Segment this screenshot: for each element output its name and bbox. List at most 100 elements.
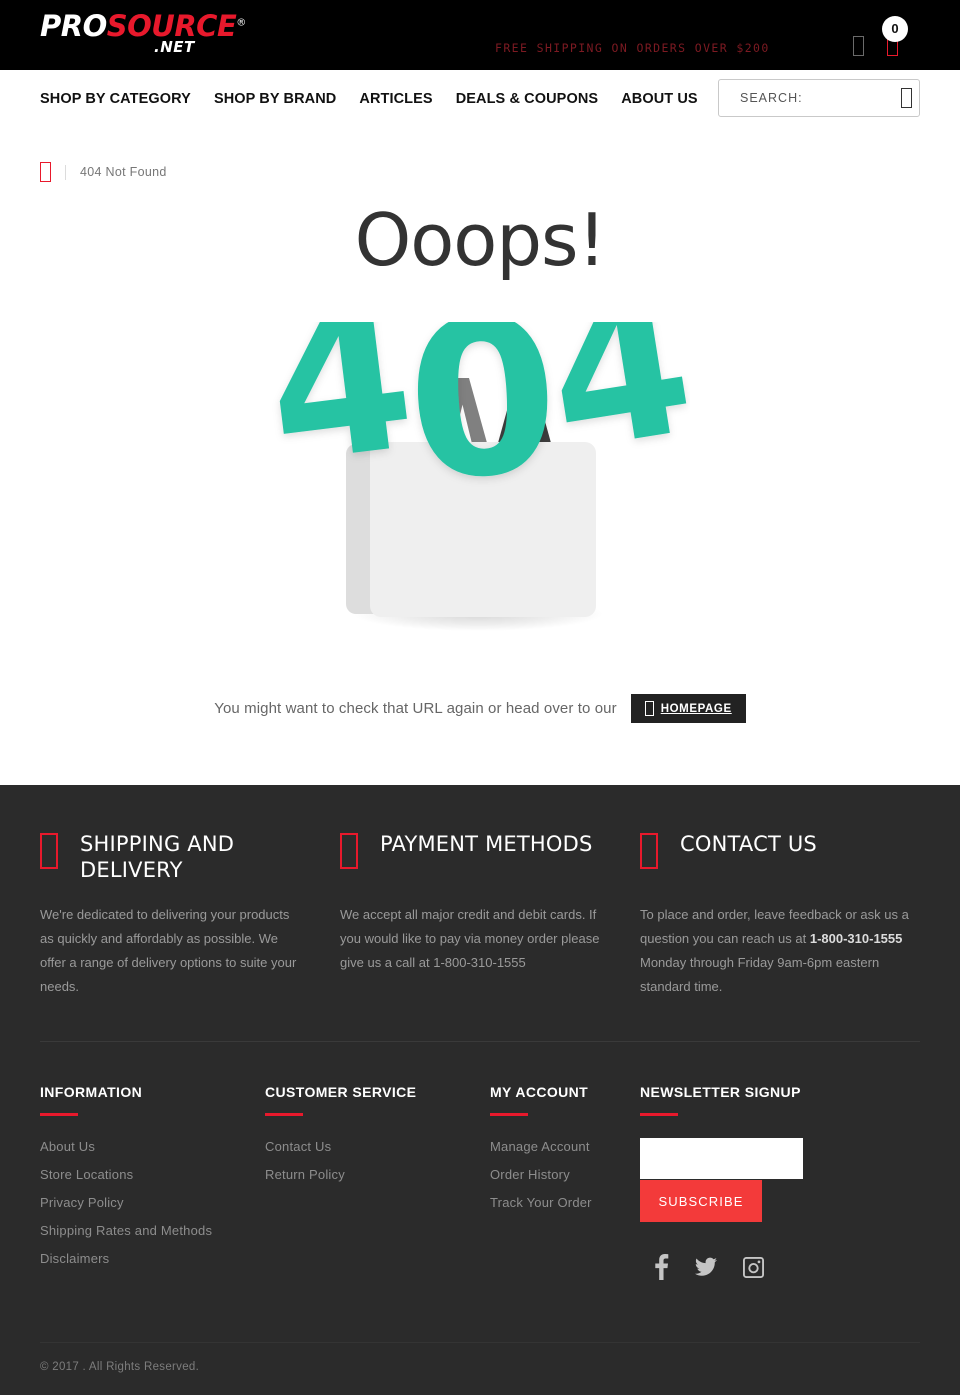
footer-column-customer-service: CUSTOMER SERVICE Contact Us Return Polic… xyxy=(265,1084,490,1280)
svg-text:0: 0 xyxy=(402,322,565,528)
list-item: Privacy Policy xyxy=(40,1194,265,1212)
footer-feature-payment: PAYMENT METHODS We accept all major cred… xyxy=(340,831,640,999)
svg-text:4: 4 xyxy=(270,322,426,511)
search-input[interactable] xyxy=(719,80,901,116)
logo-registered-mark: ® xyxy=(236,17,246,29)
home-icon xyxy=(40,162,51,182)
cart-count-badge: 0 xyxy=(882,16,908,42)
helper-row: You might want to check that URL again o… xyxy=(40,694,920,785)
column-title: NEWSLETTER SIGNUP xyxy=(640,1084,801,1101)
feature-body: To place and order, leave feedback or as… xyxy=(640,903,920,999)
logo-pro-text: PRO xyxy=(40,9,107,43)
site-footer: SHIPPING AND DELIVERY We're dedicated to… xyxy=(0,785,960,1395)
helper-text: You might want to check that URL again o… xyxy=(214,700,617,718)
feature-title: SHIPPING AND DELIVERY xyxy=(80,832,235,883)
search-submit-button[interactable] xyxy=(901,80,928,116)
nav-item: ARTICLES xyxy=(359,90,432,108)
list-item: Order History xyxy=(490,1166,640,1184)
list-item: Manage Account xyxy=(490,1138,640,1156)
feature-body: We're dedicated to delivering your produ… xyxy=(40,907,297,995)
footer-link-store-locations[interactable]: Store Locations xyxy=(40,1167,133,1182)
free-shipping-banner: FREE SHIPPING ON ORDERS OVER $200 xyxy=(495,41,770,55)
homepage-button[interactable]: HOMEPAGE xyxy=(630,694,746,724)
search-box xyxy=(718,79,920,117)
footer-link-shipping-rates[interactable]: Shipping Rates and Methods xyxy=(40,1223,212,1238)
nav-menu: SHOP BY CATEGORY SHOP BY BRAND ARTICLES … xyxy=(40,90,698,108)
list-item: Track Your Order xyxy=(490,1194,640,1212)
breadcrumb-current-page: 404 Not Found xyxy=(80,165,167,179)
page-root: PROSOURCE® .NET FREE SHIPPING ON ORDERS … xyxy=(0,0,960,1395)
nav-item: SHOP BY CATEGORY xyxy=(40,90,191,108)
column-title: INFORMATION xyxy=(40,1084,143,1101)
404-illustration: 4 0 4 xyxy=(270,322,690,652)
footer-links-row: INFORMATION About Us Store Locations Pri… xyxy=(40,1084,920,1281)
footer-feature-contact: CONTACT US To place and order, leave fee… xyxy=(640,831,920,999)
nav-link-deals-coupons[interactable]: DEALS & COUPONS xyxy=(456,91,599,107)
twitter-icon xyxy=(695,1258,717,1277)
nav-item: SHOP BY BRAND xyxy=(214,90,336,108)
contact-body-post: Monday through Friday 9am-6pm eastern st… xyxy=(640,955,880,995)
column-rule xyxy=(640,1113,678,1117)
site-logo[interactable]: PROSOURCE® .NET xyxy=(40,12,246,60)
copyright-text: © 2017 . All Rights Reserved. xyxy=(40,1361,200,1374)
list-item: Disclaimers xyxy=(40,1250,265,1268)
footer-column-information: INFORMATION About Us Store Locations Pri… xyxy=(40,1084,265,1280)
feature-title: CONTACT US xyxy=(680,832,817,857)
footer-feature-row: SHIPPING AND DELIVERY We're dedicated to… xyxy=(40,831,920,1033)
instagram-icon xyxy=(743,1256,764,1278)
footer-link-track-your-order[interactable]: Track Your Order xyxy=(490,1195,592,1210)
footer-link-privacy-policy[interactable]: Privacy Policy xyxy=(40,1195,124,1210)
list-item: Contact Us xyxy=(265,1138,490,1156)
phone-icon xyxy=(640,833,658,870)
footer-divider xyxy=(40,1041,920,1043)
main-navigation-bar: SHOP BY CATEGORY SHOP BY BRAND ARTICLES … xyxy=(0,70,960,132)
account-button[interactable] xyxy=(853,36,864,56)
search-icon xyxy=(901,88,912,108)
feature-body: We accept all major credit and debit car… xyxy=(340,907,600,971)
list-item: Return Policy xyxy=(265,1166,490,1184)
nav-link-shop-by-category[interactable]: SHOP BY CATEGORY xyxy=(40,91,191,107)
user-icon xyxy=(853,36,864,56)
footer-link-return-policy[interactable]: Return Policy xyxy=(265,1167,345,1182)
footer-link-order-history[interactable]: Order History xyxy=(490,1167,570,1182)
error-content: Ooops! 4 0 4 You might want to check tha… xyxy=(40,188,920,785)
truck-icon xyxy=(40,833,58,870)
top-bar: PROSOURCE® .NET FREE SHIPPING ON ORDERS … xyxy=(0,0,960,70)
column-rule xyxy=(490,1113,528,1117)
nav-link-shop-by-brand[interactable]: SHOP BY BRAND xyxy=(214,91,336,107)
contact-phone: 1-800-310-1555 xyxy=(809,931,903,947)
instagram-link[interactable] xyxy=(743,1256,764,1278)
newsletter-subscribe-button[interactable]: SUBSCRIBE xyxy=(640,1180,762,1223)
facebook-link[interactable] xyxy=(654,1254,669,1281)
list-item: Store Locations xyxy=(40,1166,265,1184)
footer-link-contact-us[interactable]: Contact Us xyxy=(265,1139,331,1154)
breadcrumb-home-link[interactable] xyxy=(40,162,65,182)
nav-item: DEALS & COUPONS xyxy=(456,90,599,108)
nav-link-articles[interactable]: ARTICLES xyxy=(359,91,432,107)
footer-column-my-account: MY ACCOUNT Manage Account Order History … xyxy=(490,1084,640,1280)
credit-card-icon xyxy=(340,833,358,870)
footer-feature-shipping: SHIPPING AND DELIVERY We're dedicated to… xyxy=(40,831,340,999)
copyright-bar: © 2017 . All Rights Reserved. xyxy=(40,1342,920,1395)
footer-link-about-us[interactable]: About Us xyxy=(40,1139,95,1154)
footer-link-disclaimers[interactable]: Disclaimers xyxy=(40,1251,109,1266)
page-title: Ooops! xyxy=(354,198,607,282)
list-item: About Us xyxy=(40,1138,265,1156)
column-rule xyxy=(265,1113,303,1117)
footer-link-manage-account[interactable]: Manage Account xyxy=(490,1139,590,1154)
logo-wordmark: PROSOURCE® xyxy=(40,12,246,41)
feature-title: PAYMENT METHODS xyxy=(380,832,593,857)
breadcrumb: 404 Not Found xyxy=(40,132,920,188)
column-title: CUSTOMER SERVICE xyxy=(265,1084,417,1101)
footer-column-newsletter: NEWSLETTER SIGNUP SUBSCRIBE xyxy=(640,1084,920,1281)
home-icon xyxy=(644,701,654,717)
facebook-icon xyxy=(655,1254,669,1281)
newsletter-email-input[interactable] xyxy=(640,1138,803,1180)
homepage-button-label: HOMEPAGE xyxy=(660,702,732,715)
nav-link-about-us[interactable]: ABOUT US xyxy=(621,91,698,107)
social-links xyxy=(640,1254,920,1281)
column-rule xyxy=(40,1113,78,1117)
logo-tld-text: .NET xyxy=(154,38,195,56)
twitter-link[interactable] xyxy=(695,1256,717,1278)
list-item: Shipping Rates and Methods xyxy=(40,1222,265,1240)
